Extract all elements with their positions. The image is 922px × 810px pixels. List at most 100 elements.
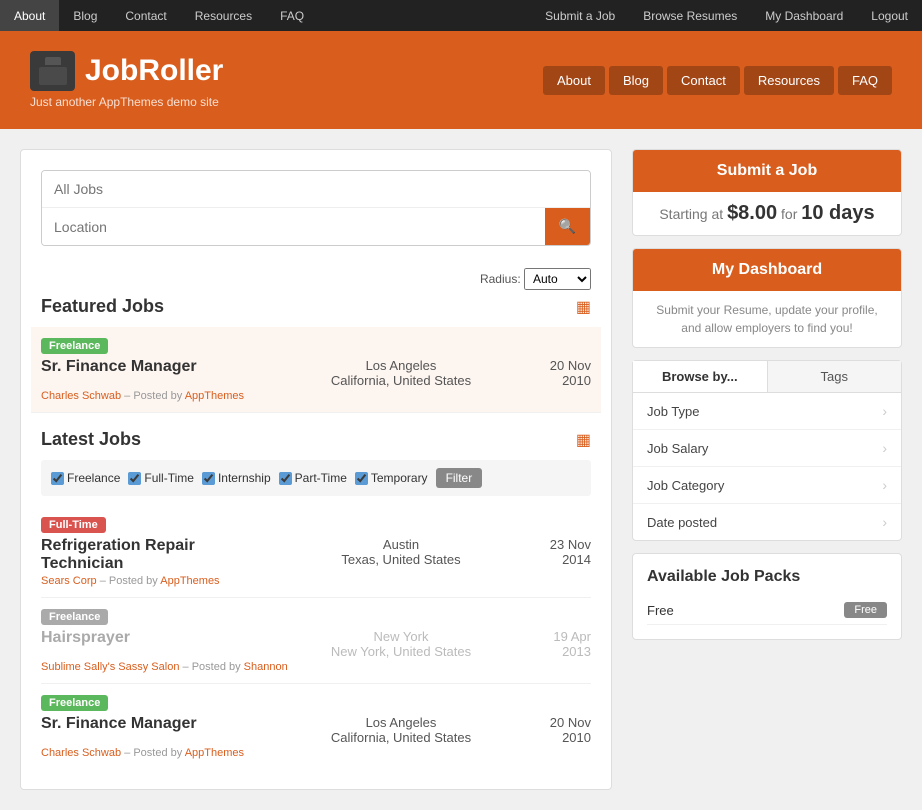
submit-job-price-value: $8.00	[727, 202, 777, 224]
dashboard-header[interactable]: My Dashboard	[633, 249, 901, 291]
filter-parttime[interactable]: Part-Time	[279, 471, 347, 485]
filter-freelance[interactable]: Freelance	[51, 471, 120, 485]
top-nav-browse-resumes[interactable]: Browse Resumes	[629, 0, 751, 31]
logo-area: JobRoller Just another AppThemes demo si…	[30, 51, 223, 109]
browse-job-salary-label: Job Salary	[647, 441, 708, 456]
job-salary-chevron-icon: ›	[882, 440, 887, 456]
job-company-2[interactable]: Charles Schwab	[41, 747, 121, 759]
radius-select[interactable]: Auto 5 mi 10 mi 25 mi 50 mi 100 mi	[524, 268, 591, 290]
top-nav: About Blog Contact Resources FAQ Submit …	[0, 0, 922, 31]
job-badge-1: Freelance	[41, 609, 108, 625]
filter-fulltime[interactable]: Full-Time	[128, 471, 194, 485]
job-meta-1: Sublime Sally's Sassy Salon – Posted by …	[41, 661, 591, 673]
job-title-2[interactable]: Sr. Finance Manager	[41, 715, 281, 733]
job-row-1: Hairsprayer New York New York, United St…	[41, 629, 591, 659]
header-nav-resources[interactable]: Resources	[744, 66, 834, 95]
radius-label: Radius:	[480, 272, 521, 286]
top-nav-about[interactable]: About	[0, 0, 59, 31]
filter-freelance-checkbox[interactable]	[51, 472, 64, 485]
job-category-chevron-icon: ›	[882, 477, 887, 493]
featured-job-poster[interactable]: AppThemes	[185, 390, 244, 402]
main-wrapper: 🔍 Radius: Auto 5 mi 10 mi 25 mi 50 mi 10…	[0, 129, 922, 810]
job-row-0: Refrigeration Repair Technician Austin T…	[41, 537, 591, 573]
featured-job-company[interactable]: Charles Schwab	[41, 390, 121, 402]
top-nav-submit-job[interactable]: Submit a Job	[531, 0, 629, 31]
job-type-chevron-icon: ›	[882, 403, 887, 419]
tags-tab[interactable]: Tags	[768, 361, 902, 392]
date-posted-chevron-icon: ›	[882, 514, 887, 530]
job-company-1[interactable]: Sublime Sally's Sassy Salon	[41, 661, 179, 673]
dashboard-box: My Dashboard Submit your Resume, update …	[632, 248, 902, 348]
site-header: JobRoller Just another AppThemes demo si…	[0, 31, 922, 129]
left-column: 🔍 Radius: Auto 5 mi 10 mi 25 mi 50 mi 10…	[20, 149, 612, 790]
location-search-input[interactable]	[42, 209, 545, 245]
top-nav-my-dashboard[interactable]: My Dashboard	[751, 0, 857, 31]
header-nav-contact[interactable]: Contact	[667, 66, 740, 95]
job-title-1[interactable]: Hairsprayer	[41, 629, 281, 647]
browse-job-salary[interactable]: Job Salary ›	[633, 430, 901, 467]
browse-list: Job Type › Job Salary › Job Category › D…	[633, 393, 901, 540]
search-location-row: 🔍	[42, 208, 590, 245]
header-nav-blog[interactable]: Blog	[609, 66, 663, 95]
featured-jobs-title: Featured Jobs	[41, 296, 164, 317]
browse-date-posted[interactable]: Date posted ›	[633, 504, 901, 540]
job-meta-0: Sears Corp – Posted by AppThemes	[41, 575, 591, 587]
featured-job-meta: Charles Schwab – Posted by AppThemes	[41, 390, 591, 402]
submit-job-box: Submit a Job Starting at $8.00 for 10 da…	[632, 149, 902, 236]
job-pack-free: Free Free	[647, 596, 887, 625]
browse-date-posted-label: Date posted	[647, 515, 717, 530]
header-nav-faq[interactable]: FAQ	[838, 66, 892, 95]
job-company-0[interactable]: Sears Corp	[41, 575, 97, 587]
job-date-1: 19 Apr 2013	[521, 629, 591, 659]
browse-job-category[interactable]: Job Category ›	[633, 467, 901, 504]
logo-title: JobRoller	[30, 51, 223, 91]
for-text: for	[781, 206, 797, 222]
featured-jobs-rss-icon[interactable]: ▦	[576, 297, 591, 317]
filter-internship-checkbox[interactable]	[202, 472, 215, 485]
featured-job-location: Los Angeles California, United States	[281, 358, 521, 388]
filter-button[interactable]: Filter	[436, 468, 483, 488]
job-title-0[interactable]: Refrigeration Repair Technician	[41, 537, 281, 573]
starting-at-text: Starting at	[659, 206, 723, 222]
filter-temporary-checkbox[interactable]	[355, 472, 368, 485]
browse-by-tab[interactable]: Browse by...	[633, 361, 768, 392]
latest-jobs-header: Latest Jobs ▦	[41, 429, 591, 450]
filter-fulltime-checkbox[interactable]	[128, 472, 141, 485]
featured-job-badge: Freelance	[41, 338, 108, 354]
browse-job-type[interactable]: Job Type ›	[633, 393, 901, 430]
filter-internship[interactable]: Internship	[202, 471, 271, 485]
job-location-0: Austin Texas, United States	[281, 537, 521, 567]
logo-icon	[30, 51, 75, 91]
right-column: Submit a Job Starting at $8.00 for 10 da…	[632, 149, 902, 790]
filter-parttime-checkbox[interactable]	[279, 472, 292, 485]
top-nav-faq[interactable]: FAQ	[266, 0, 318, 31]
job-poster-2[interactable]: AppThemes	[185, 747, 244, 759]
featured-job-title[interactable]: Sr. Finance Manager	[41, 358, 281, 376]
browse-box: Browse by... Tags Job Type › Job Salary …	[632, 360, 902, 541]
submit-job-price: Starting at $8.00 for 10 days	[659, 206, 874, 222]
header-nav: About Blog Contact Resources FAQ	[543, 66, 892, 95]
top-nav-contact[interactable]: Contact	[111, 0, 180, 31]
submit-job-header[interactable]: Submit a Job	[633, 150, 901, 192]
top-nav-logout[interactable]: Logout	[857, 0, 922, 31]
job-date-2: 20 Nov 2010	[521, 715, 591, 745]
featured-job-date: 20 Nov 2010	[521, 358, 591, 388]
latest-jobs-rss-icon[interactable]: ▦	[576, 430, 591, 450]
top-nav-right: Submit a Job Browse Resumes My Dashboard…	[531, 0, 922, 31]
browse-job-type-label: Job Type	[647, 404, 700, 419]
job-poster-0[interactable]: AppThemes	[160, 575, 219, 587]
search-button[interactable]: 🔍	[545, 208, 590, 245]
header-nav-about[interactable]: About	[543, 66, 605, 95]
job-poster-1[interactable]: Shannon	[244, 661, 288, 673]
logo-text: JobRoller	[85, 54, 223, 88]
submit-job-body: Starting at $8.00 for 10 days	[633, 192, 901, 235]
filter-temporary[interactable]: Temporary	[355, 471, 428, 485]
search-box: 🔍	[41, 170, 591, 246]
job-packs-section: Available Job Packs Free Free	[632, 553, 902, 640]
browse-tabs: Browse by... Tags	[633, 361, 901, 393]
dashboard-body: Submit your Resume, update your profile,…	[633, 291, 901, 347]
top-nav-resources[interactable]: Resources	[181, 0, 266, 31]
radius-row: Radius: Auto 5 mi 10 mi 25 mi 50 mi 100 …	[41, 262, 591, 296]
top-nav-blog[interactable]: Blog	[59, 0, 111, 31]
jobs-search-input[interactable]	[42, 171, 590, 208]
